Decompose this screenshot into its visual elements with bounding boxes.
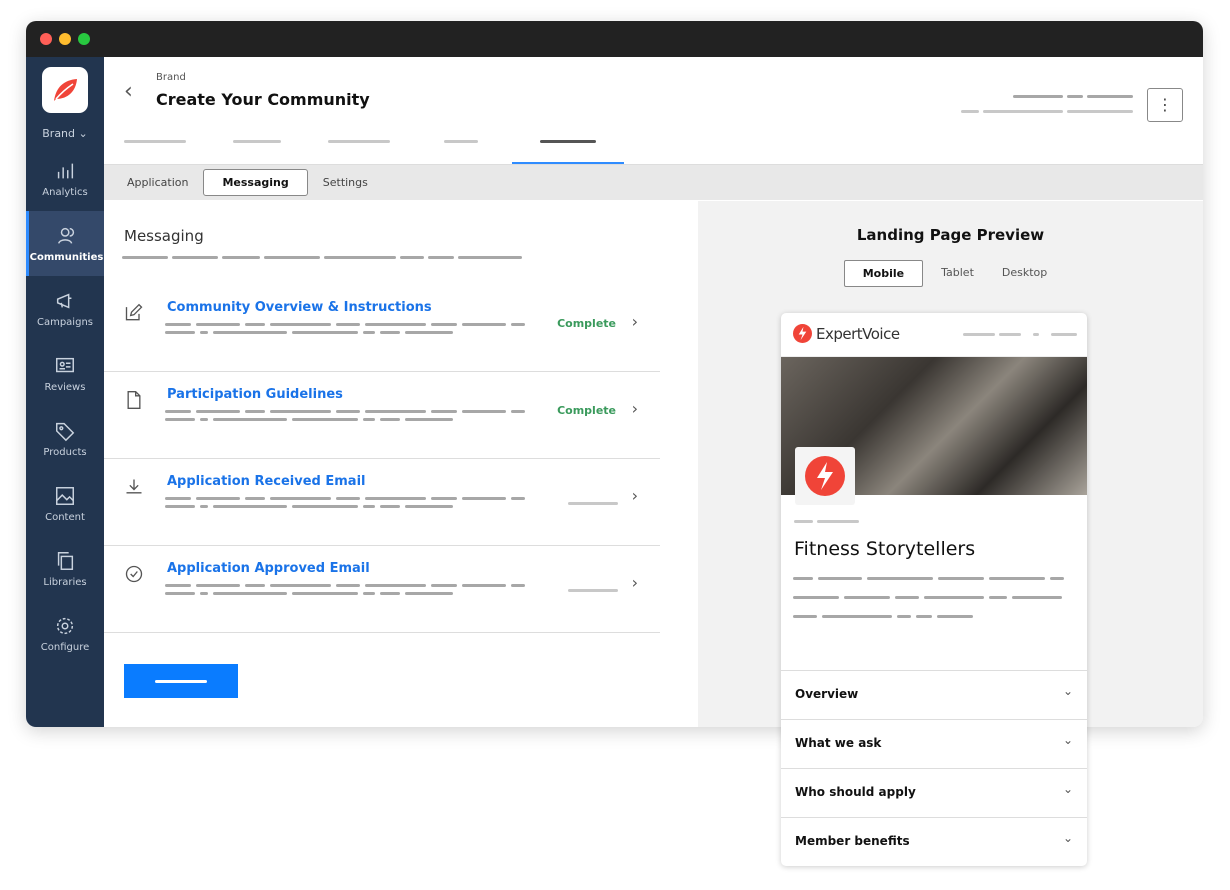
download-icon	[126, 479, 142, 494]
breadcrumb[interactable]: Brand	[156, 72, 186, 83]
hero-image	[781, 357, 1087, 505]
device-tablet[interactable]: Tablet	[931, 260, 984, 287]
item-description-placeholder	[165, 323, 525, 339]
lightning-icon	[805, 456, 845, 496]
sidebar-item-analytics[interactable]: Analytics	[26, 146, 104, 211]
item-description-placeholder	[165, 584, 525, 600]
step-tab[interactable]	[206, 140, 308, 164]
chevron-down-icon: ⌄	[1062, 733, 1073, 747]
leaf-icon	[54, 79, 77, 101]
device-desktop[interactable]: Desktop	[992, 260, 1057, 287]
image-icon	[56, 486, 74, 505]
messaging-item[interactable]: Application Approved Email ›	[104, 546, 660, 633]
expertvoice-logo-text: ExpertVoice	[816, 324, 900, 343]
brand-switcher[interactable]: Brand ⌄	[26, 127, 104, 140]
messaging-item-title[interactable]: Application Received Email	[167, 474, 366, 489]
chevron-down-icon: ⌄	[1062, 684, 1073, 698]
sub-tabs: Application Messaging Settings	[104, 165, 1203, 200]
messaging-item-title[interactable]: Participation Guidelines	[167, 387, 343, 402]
copy-icon	[57, 551, 74, 570]
device-mobile[interactable]: Mobile	[843, 260, 924, 287]
sidebar-item-libraries[interactable]: Libraries	[26, 536, 104, 601]
step-tab[interactable]	[410, 140, 512, 164]
accordion-member-benefits[interactable]: Member benefits ⌄	[781, 817, 1087, 866]
sidebar: Brand ⌄ Analytics Communities Campaigns Rev…	[26, 57, 104, 727]
eyebrow-placeholder	[794, 520, 859, 523]
people-icon	[57, 227, 74, 244]
chevron-right-icon[interactable]: ›	[632, 312, 638, 331]
edit-icon	[125, 303, 143, 321]
section-heading: Messaging	[124, 227, 204, 245]
item-description-placeholder	[165, 410, 525, 426]
title-bar	[26, 21, 1203, 57]
tab-messaging[interactable]: Messaging	[203, 169, 308, 196]
messaging-item-title[interactable]: Application Approved Email	[167, 561, 370, 576]
sidebar-item-products[interactable]: Products	[26, 406, 104, 471]
chevron-down-icon: ⌄	[1062, 831, 1073, 845]
maximize-window-button[interactable]	[78, 33, 90, 45]
preview-heading: Landing Page Preview	[856, 226, 1045, 244]
step-tabs	[104, 140, 624, 164]
megaphone-icon	[56, 292, 72, 309]
step-tab[interactable]	[104, 140, 206, 164]
step-tab[interactable]	[308, 140, 410, 164]
messaging-panel: Messaging Community Overview & Instructi…	[104, 201, 698, 727]
brand-logo[interactable]	[42, 67, 88, 113]
chevron-right-icon[interactable]: ›	[632, 399, 638, 418]
sidebar-item-configure[interactable]: Configure	[26, 601, 104, 666]
status-placeholder	[568, 502, 618, 505]
sidebar-item-campaigns[interactable]: Campaigns	[26, 276, 104, 341]
tab-settings[interactable]: Settings	[314, 170, 377, 195]
mobile-preview-card: ExpertVoice Fitness Storytellers Overvie…	[781, 313, 1087, 866]
tab-application[interactable]: Application	[118, 170, 197, 195]
chevron-right-icon[interactable]: ›	[632, 486, 638, 505]
community-logo	[795, 447, 855, 505]
community-title: Fitness Storytellers	[794, 538, 976, 560]
header-placeholder-text	[961, 95, 1133, 113]
sidebar-item-content[interactable]: Content	[26, 471, 104, 536]
bar-chart-icon	[57, 163, 74, 178]
chevron-right-icon[interactable]: ›	[632, 573, 638, 592]
accordion-overview[interactable]: Overview ⌄	[781, 670, 1087, 719]
heading-description-placeholder	[122, 256, 522, 259]
device-toggle: Mobile Tablet Desktop	[698, 260, 1203, 287]
check-circle-icon	[125, 565, 143, 583]
tag-icon	[56, 422, 75, 441]
page-header: ‹ Brand Create Your Community ⋮	[104, 57, 1203, 165]
expertvoice-logo-icon	[793, 324, 812, 343]
messaging-item[interactable]: Community Overview & Instructions Complet…	[104, 285, 660, 372]
messaging-item[interactable]: Application Received Email ›	[104, 459, 660, 546]
messaging-item-title[interactable]: Community Overview & Instructions	[167, 300, 432, 315]
sidebar-item-communities[interactable]: Communities	[26, 211, 104, 276]
document-icon	[127, 391, 141, 409]
preview-nav-placeholder	[963, 333, 1077, 336]
step-tab-active[interactable]	[512, 140, 624, 164]
back-icon[interactable]: ‹	[124, 79, 133, 104]
accordion-what-we-ask[interactable]: What we ask ⌄	[781, 719, 1087, 768]
status-badge: Complete	[557, 317, 616, 330]
description-placeholder	[793, 577, 1073, 623]
item-description-placeholder	[165, 497, 525, 513]
save-button[interactable]	[124, 664, 238, 698]
chevron-down-icon: ⌄	[1062, 782, 1073, 796]
page-title: Create Your Community	[156, 90, 370, 109]
close-window-button[interactable]	[40, 33, 52, 45]
gear-icon	[56, 617, 74, 634]
status-badge: Complete	[557, 404, 616, 417]
review-icon	[56, 357, 74, 372]
sidebar-item-reviews[interactable]: Reviews	[26, 341, 104, 406]
status-placeholder	[568, 589, 618, 592]
messaging-item[interactable]: Participation Guidelines Complete ›	[104, 372, 660, 459]
minimize-window-button[interactable]	[59, 33, 71, 45]
more-options-button[interactable]: ⋮	[1147, 88, 1183, 122]
accordion-who-should-apply[interactable]: Who should apply ⌄	[781, 768, 1087, 817]
